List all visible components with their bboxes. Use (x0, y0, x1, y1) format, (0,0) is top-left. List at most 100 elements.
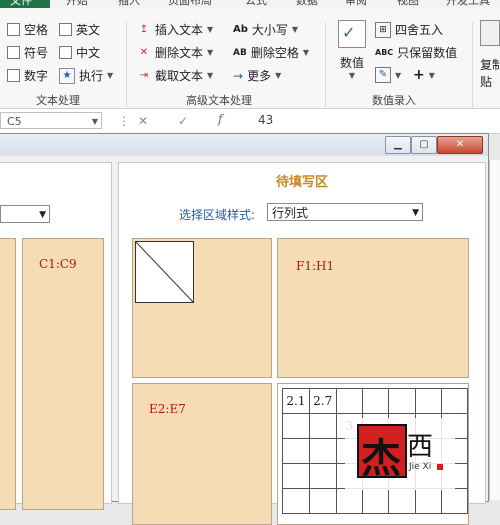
delete-text-button[interactable]: ✕ 删除文本 ▼ (137, 44, 213, 61)
case-icon: Ab (233, 24, 248, 35)
grid-cell[interactable] (388, 488, 416, 514)
tab-file-label[interactable]: 文件 (10, 0, 32, 8)
region-style-select[interactable]: 行列式 ▼ (267, 203, 423, 221)
value-button[interactable]: ✓ 数值 ▼ (337, 20, 367, 80)
tab-formula[interactable]: 公式 (245, 0, 267, 8)
copy-label: 复制 (480, 58, 500, 72)
grid-cell[interactable] (308, 438, 337, 464)
num-group-label: 数值录入 (372, 94, 416, 107)
digit-label: 数字 (24, 69, 49, 83)
space-checkbox[interactable]: 空格 (7, 21, 48, 38)
value-icon: ✓ (338, 20, 366, 48)
delete-space-button[interactable]: AB 删除空格 ▼ (233, 44, 309, 61)
tab-view[interactable]: 视图 (397, 0, 419, 8)
grid-cell[interactable] (362, 488, 390, 514)
plus-icon: + (413, 67, 425, 83)
extract-text-label: 截取文本 (155, 69, 204, 83)
digit-checkbox[interactable]: 数字 (7, 67, 48, 84)
grid-cell[interactable] (414, 488, 442, 514)
maximize-icon: ▢ (419, 139, 429, 150)
grid-cell[interactable] (335, 388, 364, 414)
case-button[interactable]: Ab 大小写 ▼ (233, 21, 298, 38)
grid-cell[interactable] (282, 463, 310, 489)
symbol-checkbox[interactable]: 符号 (7, 44, 48, 61)
value-label: 数值 (339, 56, 364, 70)
tab-start[interactable]: 开始 (66, 0, 88, 8)
copy-button[interactable]: 复制 贴 (480, 20, 500, 90)
fx-icon[interactable]: f (218, 112, 222, 126)
keep-valid-icon: ABC (375, 48, 394, 57)
round-button[interactable]: ⊞ 四舍五入 (375, 21, 443, 38)
grid-cell[interactable] (282, 488, 310, 514)
grid-cell[interactable]: 2.7 (308, 388, 337, 414)
col-header-cell-e2e7[interactable]: E2:E7 (132, 383, 272, 525)
panel-title: 待填写区 (275, 175, 328, 190)
left-style-select[interactable]: ▼ (0, 205, 50, 223)
space-label: 空格 (24, 23, 49, 37)
confirm-icon[interactable]: ✓ (178, 114, 188, 128)
grid-cell[interactable]: 2.1 (282, 388, 310, 414)
row-header-cell-f1h1[interactable]: F1:H1 (277, 238, 469, 378)
edit-button[interactable]: ✎ ▼ (375, 67, 401, 83)
grid-cell[interactable] (308, 413, 337, 439)
arrow-right-icon: → (233, 68, 244, 83)
name-box[interactable]: C5 ▼ (0, 112, 102, 129)
symbol-label: 符号 (24, 46, 49, 60)
insert-text-label: 插入文本 (155, 23, 204, 37)
extract-text-button[interactable]: ⇥ 截取文本 ▼ (137, 67, 213, 84)
edit-icon: ✎ (375, 67, 391, 83)
row-header-label: F1:H1 (296, 259, 335, 273)
more-button[interactable]: → 更多 ▼ (233, 67, 281, 84)
left-edge-cell[interactable] (0, 238, 16, 510)
add-button[interactable]: + ▼ (413, 67, 435, 83)
col-header-label: E2:E7 (149, 402, 186, 416)
corner-cell[interactable] (132, 238, 272, 378)
maximize-button[interactable]: ▢ (411, 136, 437, 154)
grid-cell[interactable] (440, 488, 468, 514)
minimize-button[interactable]: ▁ (385, 136, 411, 154)
logo-subtitle: Jie Xi (409, 462, 432, 472)
source-cell-label: C1:C9 (39, 257, 77, 271)
source-panel: ▼ C1:C9 (0, 162, 112, 510)
logo-seal: 杰 (357, 424, 407, 478)
paste-label: 贴 (480, 75, 493, 89)
adv-group-label: 高级文本处理 (186, 94, 252, 107)
grid-cell[interactable] (335, 488, 364, 514)
keep-valid-button[interactable]: ABC 只保留数值 (375, 44, 457, 61)
grid-cell[interactable] (440, 388, 468, 414)
group-divider (126, 22, 127, 110)
grid-cell[interactable] (362, 388, 390, 414)
english-label: 英文 (76, 23, 101, 37)
formula-content[interactable]: 43 (258, 113, 273, 127)
close-button[interactable]: ✕ (437, 136, 483, 154)
grid-cell[interactable] (308, 463, 337, 489)
grid-cell[interactable] (414, 388, 442, 414)
round-icon: ⊞ (375, 21, 391, 38)
grid-cell[interactable] (282, 413, 310, 439)
name-box-value: C5 (7, 115, 22, 128)
english-checkbox[interactable]: 英文 (59, 21, 100, 38)
logo-dot (437, 464, 443, 470)
execute-button[interactable]: ★ 执行 ▼ (59, 67, 113, 84)
grid-cell[interactable] (282, 438, 310, 464)
group-divider (472, 22, 473, 110)
tab-dev[interactable]: 开发工具 (446, 0, 490, 8)
source-cell-c1c9[interactable]: C1:C9 (22, 238, 104, 510)
chevron-down-icon: ▼ (39, 210, 46, 220)
tab-layout[interactable]: 页面布局 (168, 0, 212, 8)
select-label: 选择区域样式: (179, 208, 256, 222)
tab-data[interactable]: 数据 (296, 0, 318, 8)
region-style-value: 行列式 (272, 206, 309, 220)
tab-review[interactable]: 审阅 (345, 0, 367, 8)
grid-cell[interactable] (308, 488, 337, 514)
sheet-edge (489, 160, 500, 500)
tab-insert[interactable]: 插入 (118, 0, 140, 8)
logo-char-xi: 西 (407, 432, 434, 462)
chinese-checkbox[interactable]: 中文 (59, 44, 100, 61)
insert-text-button[interactable]: ↥ 插入文本 ▼ (137, 21, 213, 38)
minimize-icon: ▁ (394, 139, 402, 150)
insert-text-icon: ↥ (139, 23, 149, 35)
delete-space-label: 删除空格 (250, 46, 299, 60)
cancel-icon[interactable]: ✕ (138, 114, 148, 128)
grid-cell[interactable] (388, 388, 416, 414)
